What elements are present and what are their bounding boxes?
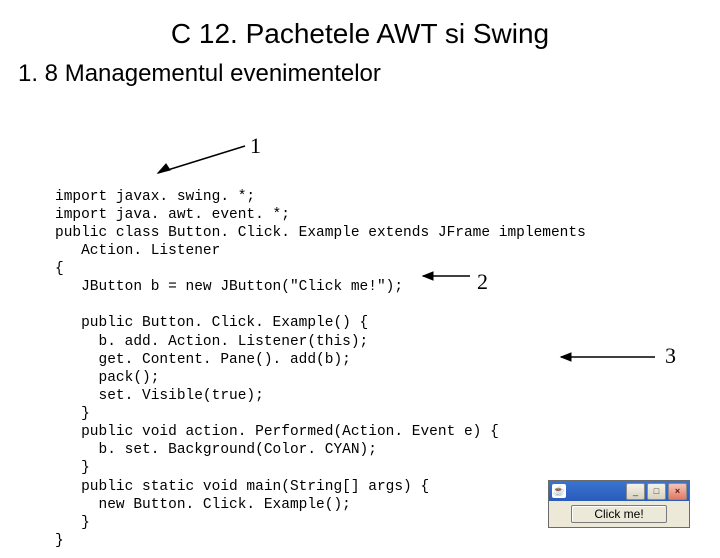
minimize-button[interactable]: _ bbox=[626, 483, 645, 500]
app-window: ☕ _ □ × Click me! bbox=[548, 480, 690, 528]
code-listing: import javax. swing. *; import java. awt… bbox=[55, 188, 586, 551]
arrow-1 bbox=[150, 138, 250, 178]
java-icon: ☕ bbox=[552, 484, 566, 498]
annotation-3: 3 bbox=[665, 343, 676, 369]
annotation-2: 2 bbox=[477, 269, 488, 295]
annotation-1: 1 bbox=[250, 133, 261, 159]
arrow-2 bbox=[415, 264, 475, 288]
page-title: C 12. Pachetele AWT si Swing bbox=[0, 18, 720, 50]
click-me-button[interactable]: Click me! bbox=[571, 505, 666, 523]
window-body: Click me! bbox=[549, 501, 689, 527]
window-titlebar: ☕ _ □ × bbox=[549, 481, 689, 501]
close-button[interactable]: × bbox=[668, 483, 687, 500]
arrow-3 bbox=[555, 348, 660, 366]
section-heading: 1. 8 Managementul evenimentelor bbox=[18, 60, 720, 88]
maximize-button[interactable]: □ bbox=[647, 483, 666, 500]
